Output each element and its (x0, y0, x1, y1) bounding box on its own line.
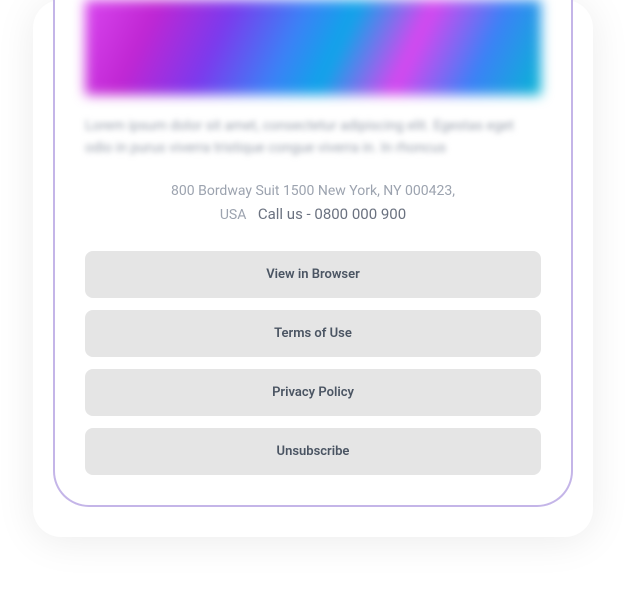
footer-button-stack: View in Browser Terms of Use Privacy Pol… (85, 251, 541, 475)
hero-image (85, 0, 541, 95)
privacy-policy-button[interactable]: Privacy Policy (85, 369, 541, 416)
card-container: Lorem ipsum dolor sit amet, consectetur … (33, 0, 593, 537)
address-country: USA (220, 207, 247, 223)
phone-preview-frame: Lorem ipsum dolor sit amet, consectetur … (53, 0, 573, 507)
call-us-text: Call us - 0800 000 900 (258, 205, 406, 223)
email-body-text: Lorem ipsum dolor sit amet, consectetur … (85, 115, 541, 160)
address-line-1: 800 Bordway Suit 1500 New York, NY 00042… (85, 180, 541, 202)
view-in-browser-button[interactable]: View in Browser (85, 251, 541, 298)
footer-address: 800 Bordway Suit 1500 New York, NY 00042… (85, 180, 541, 227)
unsubscribe-button[interactable]: Unsubscribe (85, 428, 541, 475)
terms-of-use-button[interactable]: Terms of Use (85, 310, 541, 357)
